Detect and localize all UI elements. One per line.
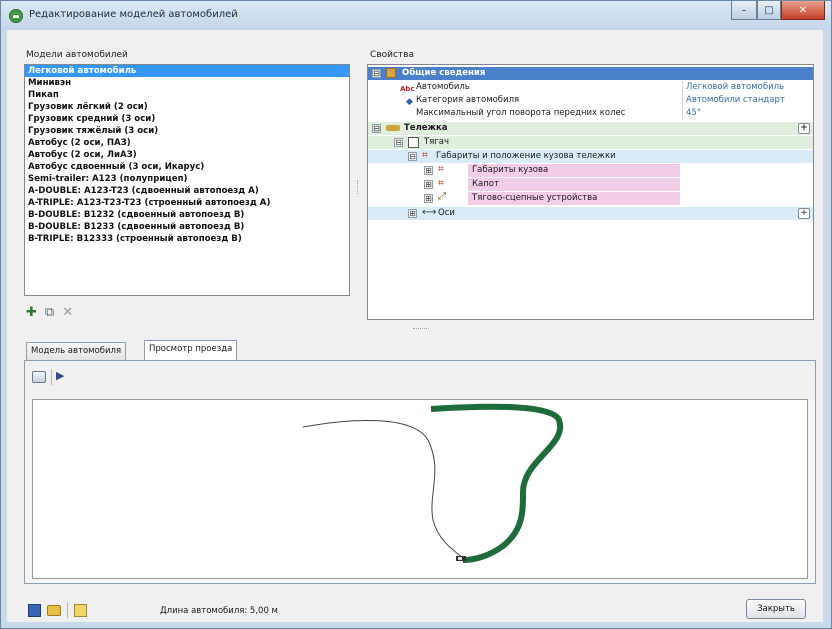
model-list-item[interactable]: Автобус (2 оси, ПАЗ) [25, 137, 349, 149]
axles-label: Оси [438, 208, 455, 218]
property-value[interactable]: Легковой автомобиль [682, 81, 812, 94]
expand-icon[interactable]: ⊞ [408, 209, 417, 218]
body-item-row[interactable]: Капот [468, 178, 680, 191]
expand-icon[interactable]: ⊞ [424, 166, 433, 175]
body-item-icons: ⊞ ⌗ [422, 178, 468, 191]
properties-grid: ⊟ Общие сведения Abc Автомобиль Легковой… [367, 64, 814, 320]
body-group-row[interactable]: ⊟ ⌗ Габариты и положение кузова тележки [368, 150, 813, 163]
model-list-item[interactable]: Автобус (2 оси, ЛиАЗ) [25, 149, 349, 161]
tab-preview-drive[interactable]: Просмотр проезда [144, 340, 238, 361]
body-item-icons: ⊞ ⌗ [422, 164, 468, 177]
body-item-row[interactable]: Тягово-сцепные устройства [468, 192, 680, 205]
add-axle-button[interactable]: + [798, 208, 810, 219]
play-icon[interactable]: ▶ [56, 369, 64, 382]
body-item-label: Тягово-сцепные устройства [472, 193, 598, 203]
horizontal-splitter[interactable] [413, 328, 429, 330]
preview-panel: ▶ [24, 360, 816, 584]
close-window-button[interactable]: ✕ [781, 1, 825, 20]
collapse-icon[interactable]: ⊟ [372, 124, 381, 133]
model-list-item[interactable]: Грузовик лёгкий (2 оси) [25, 101, 349, 113]
model-list-item[interactable]: A-DOUBLE: A123-T23 (сдвоенный автопоезд … [25, 185, 349, 197]
axles-row[interactable]: ⊞ ⟷ Оси + [368, 207, 813, 220]
model-list-item[interactable]: B-TRIPLE: B12333 (строенный автопоезд B) [25, 233, 349, 245]
collapse-icon[interactable]: ⊟ [394, 138, 403, 147]
property-name: Категория автомобиля [416, 95, 520, 105]
hood-icon: ⌗ [438, 178, 444, 189]
body-icon: ⌗ [422, 150, 428, 161]
drive-path-svg [302, 403, 564, 563]
diamond-icon: ◆ [406, 97, 413, 107]
copy-model-icon[interactable]: ⧉ [45, 306, 54, 320]
body-item-icons: ⊞ ⤢ [422, 192, 468, 205]
property-row-vehicle[interactable]: Abc Автомобиль Легковой автомобиль [368, 81, 813, 94]
add-cart-button[interactable]: + [798, 123, 810, 134]
document-icon [386, 68, 396, 78]
swept-path [430, 403, 564, 563]
tab-vehicle-model[interactable]: Модель автомобиля [26, 342, 127, 360]
body-item-label: Капот [472, 179, 499, 189]
vertical-splitter[interactable] [357, 180, 359, 194]
property-name: Максимальный угол поворота передних коле… [416, 108, 626, 118]
collapse-icon[interactable]: ⊟ [408, 152, 417, 161]
app-icon [9, 9, 23, 23]
preview-canvas[interactable] [32, 399, 808, 579]
model-list-item[interactable]: A-TRIPLE: A123-T23-T23 (строенный автопо… [25, 197, 349, 209]
vehicle-length-label: Длина автомобиля: 5,00 м [160, 606, 278, 616]
property-row-category[interactable]: ◆ Категория автомобиля Автомобили станда… [368, 94, 813, 107]
tractor-icon [408, 137, 419, 148]
carts-row[interactable]: ⊟ Тележка + [368, 122, 813, 135]
axle-icon: ⟷ [422, 207, 437, 218]
hitch-icon: ⤢ [438, 191, 446, 202]
title-bar[interactable]: Редактирование моделей автомобилей – □ ✕ [1, 1, 831, 31]
refresh-icon[interactable] [32, 371, 46, 383]
vehicle-marker-window [458, 557, 462, 560]
trailer-icon [386, 125, 400, 131]
save-icon[interactable] [28, 603, 41, 617]
body-item-row[interactable]: Габариты кузова [468, 164, 680, 177]
open-folder-icon[interactable] [47, 604, 61, 616]
tractor-row[interactable]: ⊟ Тягач [368, 136, 813, 149]
model-list-item[interactable]: Грузовик тяжёлый (3 оси) [25, 125, 349, 137]
models-toolbar: ✚ ⧉ ✕ [26, 306, 73, 320]
toolbar-separator [51, 369, 52, 385]
add-model-icon[interactable]: ✚ [26, 306, 37, 320]
toolbar-separator [67, 602, 68, 618]
expand-icon[interactable]: ⊞ [424, 180, 433, 189]
model-list-item[interactable]: B-DOUBLE: B1233 (сдвоенный автопоезд B) [25, 221, 349, 233]
edit-icon[interactable] [74, 603, 87, 617]
wheel-trajectory [302, 419, 464, 559]
property-value[interactable]: 45° [682, 107, 812, 120]
collapse-icon[interactable]: ⊟ [372, 69, 381, 78]
text-property-icon: Abc [400, 85, 415, 93]
window-title: Редактирование моделей автомобилей [29, 9, 238, 20]
properties-label: Свойства [370, 50, 414, 60]
models-label: Модели автомобилей [26, 50, 128, 60]
model-list-item[interactable]: Минивэн [25, 77, 349, 89]
model-list-item[interactable]: Пикап [25, 89, 349, 101]
minimize-button[interactable]: – [731, 1, 757, 20]
preview-toolbar: ▶ [25, 361, 815, 399]
model-list-item[interactable]: Легковой автомобиль [25, 65, 349, 77]
property-name: Автомобиль [416, 82, 470, 92]
body-item-label: Габариты кузова [472, 165, 549, 175]
model-list-item[interactable]: Semi-trailer: A123 (полуприцеп) [25, 173, 349, 185]
delete-model-icon[interactable]: ✕ [62, 306, 73, 320]
model-list-item[interactable]: Автобус сдвоенный (3 оси, Икарус) [25, 161, 349, 173]
property-value[interactable]: Автомобили стандарт [682, 94, 812, 107]
expand-icon[interactable]: ⊞ [424, 194, 433, 203]
maximize-button[interactable]: □ [757, 1, 781, 20]
general-info-header: Общие сведения [402, 68, 486, 78]
bottom-toolbar [28, 602, 87, 618]
body-group-label: Габариты и положение кузова тележки [436, 151, 616, 161]
general-info-row[interactable]: ⊟ Общие сведения [368, 67, 813, 80]
property-row-max-angle[interactable]: Максимальный угол поворота передних коле… [368, 107, 813, 120]
carts-header: Тележка [404, 123, 448, 133]
close-button[interactable]: Закрыть [746, 599, 806, 619]
model-list-item[interactable]: Грузовик средний (3 оси) [25, 113, 349, 125]
caption-buttons: – □ ✕ [731, 1, 825, 21]
models-list[interactable]: Легковой автомобиль Минивэн Пикап Грузовик … [24, 64, 350, 296]
model-list-item[interactable]: B-DOUBLE: B1232 (сдвоенный автопоезд B) [25, 209, 349, 221]
tractor-label: Тягач [424, 137, 450, 147]
body-size-icon: ⌗ [438, 164, 444, 175]
